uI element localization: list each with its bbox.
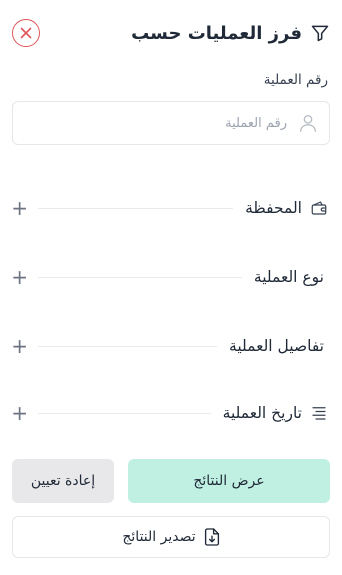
divider: [38, 276, 242, 278]
transaction-number-field[interactable]: [12, 101, 330, 145]
transaction-number-label: رقم العملية: [263, 72, 328, 88]
plus-icon[interactable]: +: [11, 198, 28, 218]
section-transaction-details[interactable]: تفاصيل العملية +: [11, 331, 330, 361]
close-icon: [20, 27, 32, 39]
transaction-number-input[interactable]: [55, 114, 289, 132]
title-group: فرز العمليات حسب: [131, 23, 330, 44]
section-wallet[interactable]: المحفظة +: [11, 193, 330, 223]
divider: [38, 207, 234, 209]
export-results-button[interactable]: تصدير النتائج: [12, 516, 330, 558]
plus-icon[interactable]: +: [11, 403, 28, 423]
filter-header: فرز العمليات حسب: [12, 16, 330, 50]
show-results-button[interactable]: عرض النتائج: [128, 459, 330, 503]
divider: [38, 412, 211, 414]
section-transaction-type[interactable]: نوع العملية +: [11, 262, 330, 292]
plus-icon[interactable]: +: [11, 336, 28, 356]
section-transaction-date-label: تاريخ العملية: [222, 404, 302, 422]
section-transaction-type-label: نوع العملية: [253, 268, 324, 286]
filter-icon: [310, 23, 330, 43]
section-transaction-date[interactable]: تاريخ العملية +: [11, 398, 330, 428]
section-transaction-details-label: تفاصيل العملية: [229, 337, 324, 355]
plus-icon[interactable]: +: [11, 267, 28, 287]
file-download-icon: [204, 528, 219, 546]
export-results-label: تصدير النتائج: [122, 529, 196, 545]
divider: [38, 345, 218, 347]
user-icon: [299, 114, 317, 132]
reset-button[interactable]: إعادة تعيين: [12, 459, 114, 503]
list-icon: [308, 404, 330, 422]
close-button[interactable]: [12, 19, 40, 47]
page-title: فرز العمليات حسب: [131, 22, 302, 44]
wallet-icon: [308, 199, 330, 217]
section-wallet-label: المحفظة: [245, 199, 302, 217]
